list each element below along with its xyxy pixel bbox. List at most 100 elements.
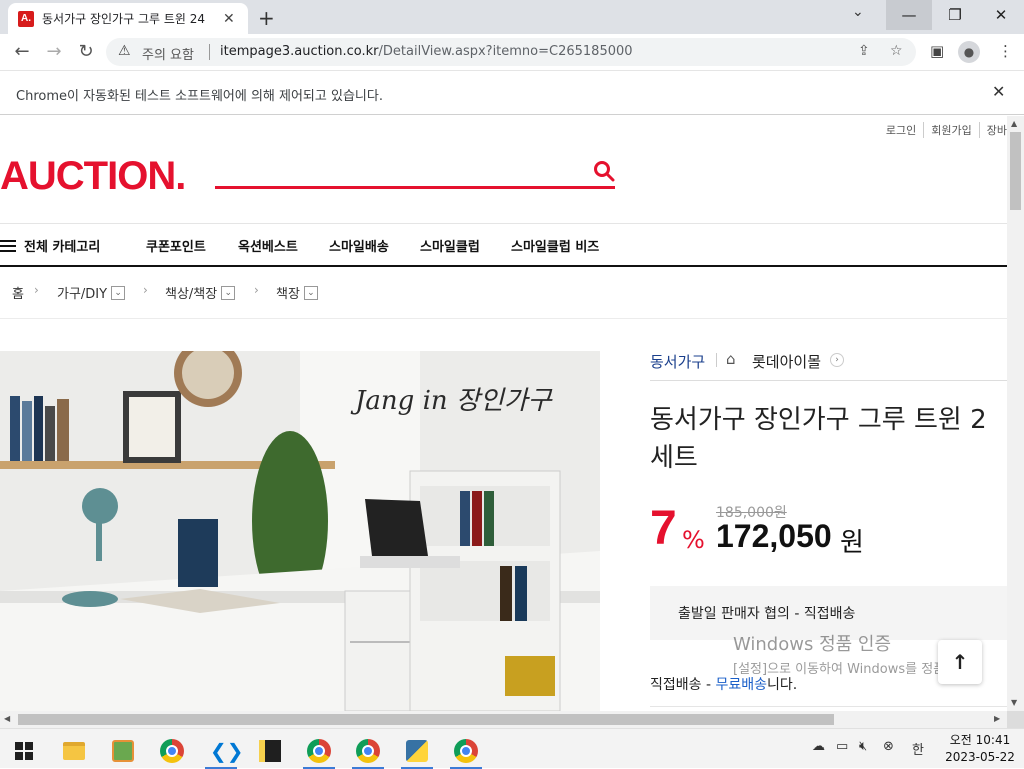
tab-search-icon[interactable]: ⌄ — [852, 4, 864, 20]
chevron-down-icon[interactable]: ⌄ — [111, 285, 126, 300]
scroll-left-arrow-icon[interactable]: ◀ — [4, 714, 10, 723]
automation-infobar: Chrome이 자동화된 테스트 소프트웨어에 의해 제어되고 있습니다. ✕ — [0, 71, 1024, 115]
taskbar-clock[interactable]: 오전 10:41 2023-05-22 — [940, 732, 1020, 766]
brand-overlay-text: Jang in 장인가구 — [350, 386, 554, 416]
url-text[interactable]: itempage3.auction.co.kr/DetailView.aspx?… — [220, 44, 633, 59]
address-bar[interactable]: ⚠ 주의 요함 itempage3.auction.co.kr/DetailVi… — [106, 38, 916, 66]
gnb-item-smile-delivery[interactable]: 스마일배송 — [329, 236, 389, 255]
sale-price: 172,050 — [716, 518, 832, 554]
delivery-label: 직접배송 - — [650, 677, 716, 693]
back-icon[interactable]: ← — [10, 41, 34, 62]
bookmark-star-icon[interactable]: ☆ — [890, 43, 903, 59]
gnb-item-coupon[interactable]: 쿠폰포인트 — [146, 236, 206, 255]
minimize-button[interactable]: — — [886, 0, 932, 30]
search-icon[interactable] — [593, 160, 615, 182]
folder-icon — [63, 742, 85, 760]
delivery-info: 직접배송 - 무료배송니다. — [650, 674, 797, 694]
forward-icon[interactable]: → — [42, 41, 66, 62]
taskbar-chrome-3[interactable] — [348, 733, 388, 769]
scrollbar-corner — [1007, 711, 1024, 728]
breadcrumb-level-3[interactable]: 책장 ⌄ — [276, 283, 318, 302]
watermark-title: Windows 정품 인증 — [733, 634, 892, 655]
taskbar-chrome-4[interactable] — [446, 733, 486, 769]
windows-taskbar: ❮❯ ☁ ▭ 🔇︎ ⊗ 한 오전 10:41 2023-05-22 — [0, 728, 1024, 769]
share-icon[interactable]: ⇪ — [858, 43, 870, 59]
chrome-icon — [356, 739, 380, 763]
ime-indicator[interactable]: 한 — [912, 739, 924, 758]
side-panel-icon[interactable]: ▣ — [930, 42, 944, 60]
divider — [650, 706, 1007, 707]
signup-link[interactable]: 회원가입 — [924, 122, 980, 138]
browser-tab[interactable]: A. 동서가구 장인가구 그루 트윈 24 ✕ — [8, 3, 248, 34]
login-link[interactable]: 로그인 — [879, 122, 925, 138]
infobar-close-icon[interactable]: ✕ — [992, 82, 1005, 101]
breadcrumb-label: 책상/책장 — [165, 287, 218, 302]
product-photo-illustration: Jang in 장인가구 — [0, 351, 600, 711]
tab-close-icon[interactable]: ✕ — [223, 11, 235, 27]
horizontal-scroll-thumb[interactable] — [18, 714, 834, 725]
profile-avatar-icon[interactable]: ● — [958, 41, 980, 63]
scroll-to-top-button[interactable]: ↑ — [938, 640, 982, 684]
vertical-scroll-thumb[interactable] — [1010, 132, 1021, 210]
chevron-right-icon: › — [34, 283, 39, 297]
taskbar-vscode[interactable]: ❮❯ — [201, 733, 244, 769]
hamburger-icon — [0, 239, 16, 252]
url-path: /DetailView.aspx?itemno=C265185000 — [378, 44, 633, 59]
taskbar-map-app[interactable] — [103, 733, 143, 769]
windows-start-icon — [15, 742, 33, 760]
scroll-up-arrow-icon[interactable]: ▲ — [1011, 119, 1017, 128]
display-tray-icon[interactable]: ▭ — [836, 739, 848, 754]
taskbar-python[interactable] — [397, 733, 437, 769]
maximize-button[interactable]: ❐ — [932, 0, 978, 30]
vertical-scrollbar[interactable]: ▲ ▼ — [1007, 116, 1024, 711]
product-title-line1: 동서가구 장인가구 그루 트윈 2 — [650, 405, 987, 435]
product-title-line2: 세트 — [650, 443, 698, 473]
chevron-right-icon[interactable]: › — [830, 353, 844, 367]
taskbar-chrome-2[interactable] — [299, 733, 339, 769]
chevron-down-icon[interactable]: ⌄ — [303, 285, 318, 300]
scroll-down-arrow-icon[interactable]: ▼ — [1011, 698, 1017, 707]
gnb-item-smile-club[interactable]: 스마일클럽 — [420, 236, 480, 255]
gnb-item-smile-club-biz[interactable]: 스마일클럽 비즈 — [511, 236, 599, 255]
gnb-item-best[interactable]: 옥션베스트 — [238, 236, 298, 255]
cart-link[interactable]: 장바 — [980, 122, 1007, 138]
close-window-button[interactable]: ✕ — [978, 0, 1024, 30]
auction-logo[interactable]: AUCTION. — [0, 154, 186, 199]
security-label[interactable]: 주의 요함 — [142, 44, 194, 63]
global-nav: 전체 카테고리 쿠폰포인트 옥션베스트 스마일배송 스마일클럽 스마일클럽 비즈 — [0, 223, 1007, 267]
taskbar-chrome-1[interactable] — [152, 733, 192, 769]
network-tray-icon[interactable]: ☁ — [812, 739, 825, 754]
price-unit: 원 — [840, 528, 864, 558]
utility-links: 로그인 회원가입 장바 — [879, 122, 1007, 138]
tab-strip: A. 동서가구 장인가구 그루 트윈 24 ✕ + ⌄ — ❐ ✕ — [0, 0, 1024, 34]
free-shipping-link[interactable]: 무료배송 — [715, 677, 767, 693]
taskbar-file-explorer[interactable] — [54, 733, 94, 769]
menu-kebab-icon[interactable]: ⋮ — [998, 42, 1013, 60]
chevron-right-icon: › — [254, 283, 259, 297]
horizontal-scrollbar[interactable]: ◀ ▶ — [0, 711, 1007, 728]
seller-link[interactable]: 동서가구 — [650, 351, 705, 372]
warning-icon[interactable]: ⚠ — [118, 43, 131, 59]
search-input[interactable] — [215, 186, 615, 189]
reload-icon[interactable]: ↻ — [74, 41, 98, 62]
breadcrumb-home[interactable]: 홈 — [12, 283, 24, 302]
breadcrumb-level-1[interactable]: 가구/DIY ⌄ — [57, 283, 126, 302]
sticky-notes-icon — [259, 740, 281, 762]
scroll-right-arrow-icon[interactable]: ▶ — [994, 714, 1000, 723]
page-viewport: 로그인 회원가입 장바 AUCTION. 전체 카테고리 쿠폰포인트 옥션베스트… — [0, 116, 1007, 711]
all-categories-button[interactable]: 전체 카테고리 — [0, 236, 100, 255]
shop-link[interactable]: 롯데아이몰 — [752, 351, 821, 372]
taskbar-sticky-notes[interactable] — [250, 733, 290, 769]
product-image[interactable]: Jang in 장인가구 — [0, 351, 600, 711]
new-tab-button[interactable]: + — [258, 6, 275, 30]
start-button[interactable] — [4, 733, 44, 769]
auction-favicon-icon: A. — [18, 10, 34, 27]
windows-activation-watermark: Windows 정품 인증 [설정]으로 이동하여 Windows를 정품 — [733, 630, 945, 677]
volume-muted-icon[interactable]: 🔇︎ — [859, 739, 867, 754]
breadcrumb-level-2[interactable]: 책상/책장 ⌄ — [165, 283, 236, 302]
clock-date: 2023-05-22 — [945, 750, 1015, 764]
chrome-icon — [307, 739, 331, 763]
chevron-down-icon[interactable]: ⌄ — [221, 285, 236, 300]
notification-icon[interactable]: ⊗ — [883, 739, 894, 754]
seller-divider — [716, 353, 717, 367]
